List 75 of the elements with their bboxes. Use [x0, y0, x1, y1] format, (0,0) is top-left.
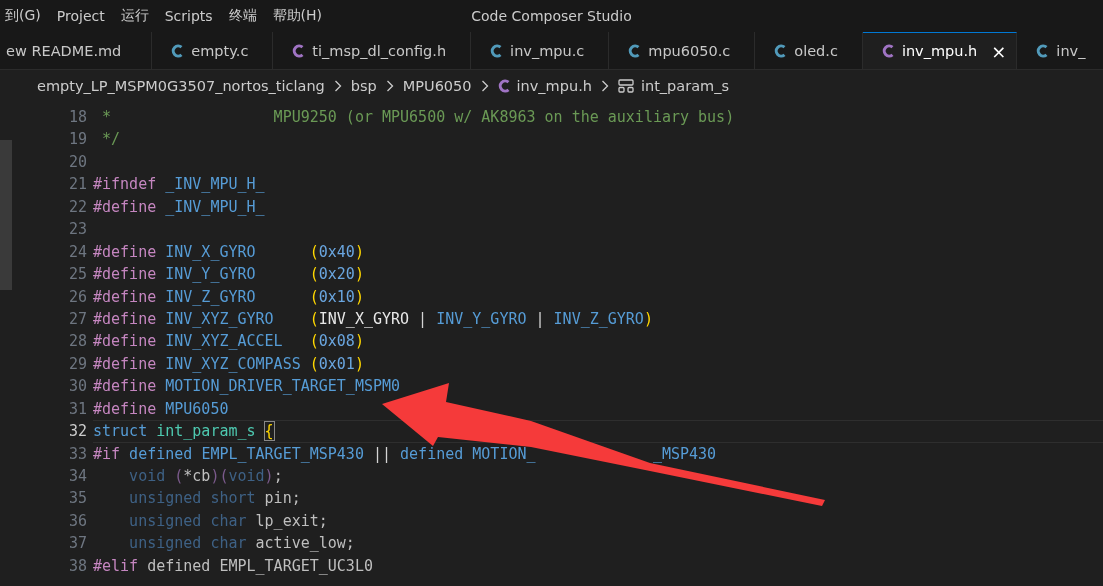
breadcrumb-item[interactable]: bsp: [350, 77, 377, 94]
menu-item[interactable]: Project: [48, 8, 113, 24]
c-file-icon: [292, 43, 305, 58]
struct-icon: [617, 78, 634, 93]
line-number: 23: [67, 219, 87, 241]
code-line: #define INV_XYZ_GYRO (INV_X_GYRO | INV_Y_GYRO | INV_Z_GYRO): [93, 309, 653, 328]
c-file-icon: [881, 44, 894, 58]
menu-item[interactable]: 到(G): [0, 7, 49, 25]
line-number: 34: [67, 466, 87, 487]
line-number: 26: [67, 286, 87, 308]
chevron-icon: [385, 79, 394, 92]
line-number: 27: [67, 308, 87, 330]
editor-tab[interactable]: mpu6050.c: [609, 32, 756, 69]
c-file-icon: [497, 78, 510, 93]
editor-tab[interactable]: inv_mpu.c: [471, 32, 610, 69]
menu-item[interactable]: 运行: [112, 7, 157, 25]
scrollbar-thumb[interactable]: [0, 140, 12, 290]
editor-tab[interactable]: empty.c: [152, 32, 274, 69]
line-number: 20: [67, 151, 87, 173]
code-line: #ifndef _INV_MPU_H_: [93, 175, 265, 194]
line-number: 31: [67, 398, 87, 420]
breadcrumb-item[interactable]: int_param_s: [617, 77, 729, 94]
line-number: 36: [67, 510, 87, 532]
code-line: unsigned char lp_exit;: [128, 511, 328, 530]
breadcrumb-item[interactable]: empty_LP_MSPM0G3507_nortos_ticlang: [37, 77, 325, 94]
editor-tab[interactable]: inv_mpu.h ×: [862, 32, 1018, 69]
code-line: #define INV_XYZ_ACCEL (0x08): [93, 332, 364, 351]
chevron-icon: [480, 79, 489, 92]
line-number: 19: [67, 129, 87, 151]
line-number: 29: [67, 353, 87, 375]
line-number: 28: [67, 331, 87, 353]
code-line: #define INV_X_GYRO (0x40): [93, 242, 364, 261]
line-number: 37: [67, 533, 87, 555]
c-file-icon: [171, 43, 184, 58]
code-line: unsigned short pin;: [128, 489, 301, 508]
line-number: 25: [67, 264, 87, 286]
line-number: 30: [67, 376, 87, 398]
menu-item[interactable]: 帮助(H): [264, 7, 331, 25]
line-number: 24: [67, 241, 87, 263]
code-line: */: [101, 130, 121, 149]
c-file-icon: [774, 43, 787, 58]
editor-tab[interactable]: inv_: [1017, 32, 1103, 69]
line-number: 35: [67, 488, 87, 510]
code-line: #define INV_Y_GYRO (0x20): [93, 265, 364, 284]
editor-tab[interactable]: ew README.md: [0, 32, 153, 69]
close-button[interactable]: ×: [991, 40, 1007, 62]
code-line: #define _INV_MPU_H_: [93, 197, 265, 216]
code-line: #define INV_Z_GYRO (0x10): [93, 287, 364, 306]
c-file-icon: [1036, 43, 1049, 58]
c-file-icon: [490, 43, 503, 58]
line-number: 22: [67, 196, 87, 218]
editor-tab[interactable]: ti_msp_dl_config.h: [273, 32, 472, 69]
line-number: 18: [67, 107, 87, 128]
code-line: #define MPU6050: [93, 399, 229, 418]
breadcrumb-item[interactable]: MPU6050: [402, 77, 472, 94]
code-line: void (*cb)(void);: [128, 467, 283, 485]
menu-item[interactable]: Scripts: [156, 8, 221, 24]
breadcrumb-item[interactable]: inv_mpu.h: [497, 77, 592, 94]
line-number: 33: [67, 443, 87, 465]
editor-tab[interactable]: oled.c: [755, 32, 863, 69]
code-line: #define INV_XYZ_COMPASS (0x01): [93, 354, 364, 373]
line-number: 38: [67, 555, 87, 577]
chevron-icon: [600, 79, 609, 92]
code-line: struct int_param_s {: [93, 422, 274, 441]
code-line: #define MOTION_DRIVER_TARGET_MSPM0: [93, 377, 401, 396]
chevron-icon: [333, 79, 342, 92]
menu-item[interactable]: 终端: [220, 7, 265, 25]
line-number: 21: [67, 174, 87, 196]
code-line: unsigned char active_low;: [128, 534, 355, 553]
code-line: * MPU9250 (or MPU6500 w/ AK8963 on the auxiliary bus): [101, 108, 735, 126]
line-number: 32: [67, 421, 87, 443]
c-file-icon: [628, 43, 641, 58]
window-title: Code Composer Studio: [471, 8, 632, 24]
code-line: #if defined EMPL_TARGET_MSP430 || defined MOTION_ _MSP430: [93, 444, 717, 463]
code-line: #elif defined EMPL_TARGET_UC3L0: [93, 556, 373, 575]
